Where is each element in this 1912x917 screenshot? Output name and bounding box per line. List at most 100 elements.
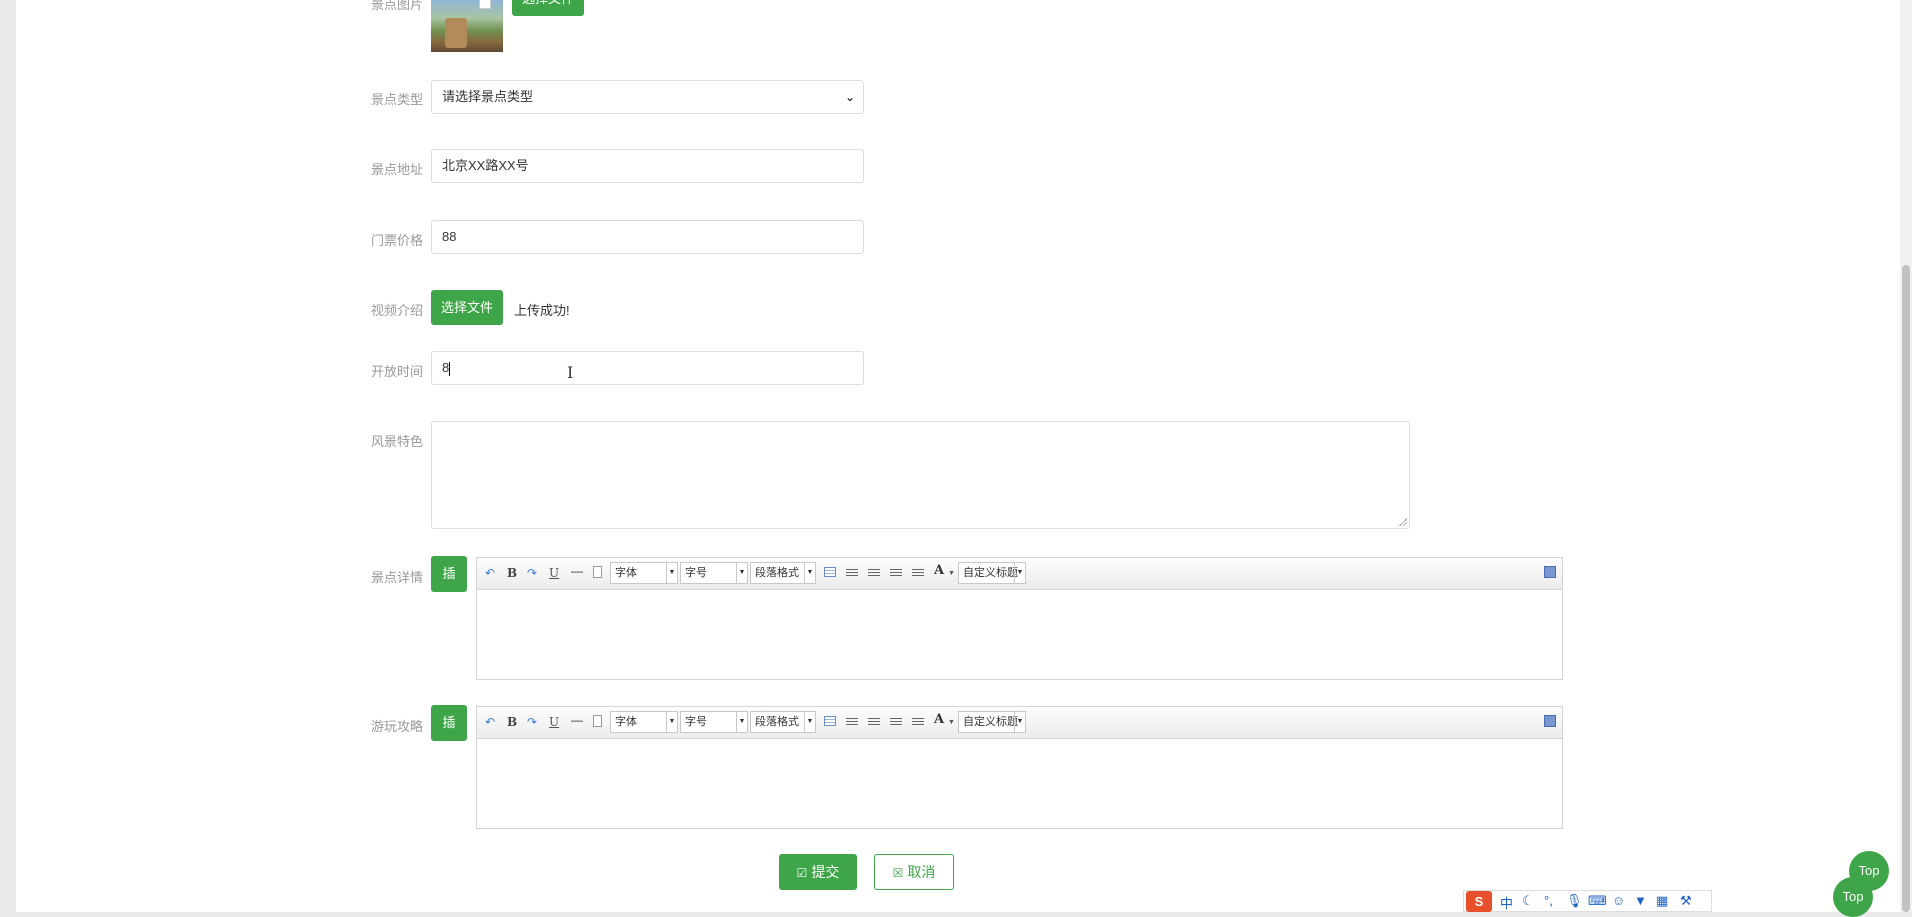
close-icon[interactable]	[479, 0, 491, 9]
paragraph-select[interactable]: 段落格式 ▼	[750, 711, 816, 733]
chevron-down-icon: ▼	[804, 712, 815, 732]
scrollbar-thumb[interactable]	[1902, 265, 1910, 912]
details-editor[interactable]: ↶ B ↷ U — 字体 ▼ 字号 ▼ 段落格式 ▼ A ▼ 自定义标题 ▼	[476, 557, 1563, 680]
vertical-scrollbar[interactable]	[1900, 0, 1912, 912]
check-square-icon: ☑	[796, 866, 808, 880]
font-color-icon[interactable]: A	[934, 713, 944, 727]
open-time-value: 8	[442, 360, 450, 375]
price-value: 88	[442, 229, 457, 244]
custom-title-select[interactable]: 自定义标题 ▼	[958, 562, 1026, 584]
paragraph-label: 段落格式	[755, 567, 799, 579]
font-family-select[interactable]: 字体 ▼	[610, 562, 678, 584]
grid-apps-icon[interactable]: ▦	[1656, 893, 1668, 909]
chevron-down-icon: ▼	[736, 563, 747, 583]
font-size-label: 字号	[685, 567, 707, 579]
fullscreen-icon[interactable]	[1544, 566, 1556, 578]
chevron-down-icon: ▼	[804, 563, 815, 583]
keyboard-icon[interactable]: ⌨	[1588, 893, 1607, 909]
font-size-select[interactable]: 字号 ▼	[680, 562, 748, 584]
submit-button[interactable]: ☑ 提交	[779, 854, 857, 890]
close-square-icon: ☒	[892, 866, 904, 880]
paragraph-label: 段落格式	[755, 716, 799, 728]
user-icon[interactable]: ☺	[1612, 893, 1625, 908]
microphone-icon[interactable]: 🎙	[1566, 893, 1583, 909]
details-editor-toolbar: ↶ B ↷ U — 字体 ▼ 字号 ▼ 段落格式 ▼ A ▼ 自定义标题 ▼	[477, 558, 1562, 590]
align-justify-icon[interactable]	[912, 567, 924, 576]
horizontal-rule-button[interactable]: —	[571, 564, 583, 578]
guide-insert-button[interactable]: 插	[431, 705, 467, 741]
guide-editor-toolbar: ↶ B ↷ U — 字体 ▼ 字号 ▼ 段落格式 ▼ A ▼ 自定义标题 ▼	[477, 707, 1562, 739]
chevron-down-icon: ▼	[1014, 563, 1025, 583]
chevron-down-icon[interactable]: ▼	[948, 567, 955, 581]
page-break-icon[interactable]	[593, 566, 602, 578]
chevron-down-icon: ▼	[666, 712, 677, 732]
image-label: 景点图片	[371, 0, 424, 12]
fullscreen-icon[interactable]	[1544, 715, 1556, 727]
upload-status: 上传成功!	[514, 303, 570, 318]
sogou-logo-icon[interactable]: S	[1466, 891, 1492, 912]
cancel-label: 取消	[907, 864, 936, 880]
image-choose-file-button[interactable]: 选择文件	[512, 0, 584, 16]
bold-button[interactable]: B	[507, 566, 517, 580]
address-value: 北京XX路XX号	[442, 158, 529, 173]
details-insert-button[interactable]: 插	[431, 556, 467, 592]
horizontal-rule-button[interactable]: —	[571, 713, 583, 727]
skin-shirt-icon[interactable]: ▼	[1634, 893, 1647, 908]
punctuation-icon[interactable]: °,	[1544, 893, 1553, 908]
features-textarea[interactable]	[431, 421, 1410, 529]
custom-title-label: 自定义标题	[963, 567, 1018, 579]
custom-title-select[interactable]: 自定义标题 ▼	[958, 711, 1026, 733]
address-label: 景点地址	[371, 162, 424, 177]
scenic-thumbnail	[431, 0, 503, 52]
address-input[interactable]: 北京XX路XX号	[431, 149, 864, 183]
type-select-value: 请选择景点类型	[442, 89, 534, 104]
chevron-down-icon[interactable]: ▼	[948, 716, 955, 730]
chevron-down-icon: ▼	[1014, 712, 1025, 732]
resize-handle-icon[interactable]	[1399, 518, 1407, 526]
font-family-select[interactable]: 字体 ▼	[610, 711, 678, 733]
redo-icon[interactable]: ↷	[527, 715, 537, 729]
underline-button[interactable]: U	[549, 566, 559, 580]
chevron-down-icon: ⌄	[844, 90, 855, 104]
open-time-input[interactable]: 8	[431, 351, 864, 385]
custom-title-label: 自定义标题	[963, 716, 1018, 728]
paragraph-select[interactable]: 段落格式 ▼	[750, 562, 816, 584]
align-justify-icon[interactable]	[912, 716, 924, 725]
text-caret	[449, 361, 451, 376]
back-to-top-button-secondary[interactable]: Top	[1833, 877, 1873, 917]
font-size-select[interactable]: 字号 ▼	[680, 711, 748, 733]
ime-mode-toggle[interactable]: 中	[1500, 893, 1513, 912]
ime-toolbar: S 中 ☾ °, 🎙 ⌨ ☺ ▼ ▦ ⚒	[1463, 890, 1712, 912]
price-input[interactable]: 88	[431, 220, 864, 254]
align-left-icon[interactable]	[846, 567, 858, 576]
type-select[interactable]: 请选择景点类型 ⌄	[431, 80, 864, 114]
font-color-icon[interactable]: A	[934, 564, 944, 578]
undo-icon[interactable]: ↶	[485, 566, 495, 580]
moon-icon[interactable]: ☾	[1522, 893, 1534, 909]
video-label: 视频介绍	[371, 303, 424, 318]
chevron-down-icon: ▼	[666, 563, 677, 583]
video-choose-file-button[interactable]: 选择文件	[431, 290, 503, 325]
align-right-icon[interactable]	[868, 567, 880, 576]
align-left-icon[interactable]	[846, 716, 858, 725]
chevron-down-icon: ▼	[736, 712, 747, 732]
guide-editor[interactable]: ↶ B ↷ U — 字体 ▼ 字号 ▼ 段落格式 ▼ A ▼ 自定义标题 ▼	[476, 706, 1563, 829]
redo-icon[interactable]: ↷	[527, 566, 537, 580]
align-center-icon[interactable]	[890, 567, 902, 576]
tools-icon[interactable]: ⚒	[1680, 893, 1692, 909]
font-size-label: 字号	[685, 716, 707, 728]
align-center-icon[interactable]	[890, 716, 902, 725]
submit-label: 提交	[811, 864, 840, 880]
cancel-button[interactable]: ☒ 取消	[874, 854, 954, 890]
align-right-icon[interactable]	[868, 716, 880, 725]
bold-button[interactable]: B	[507, 715, 517, 729]
undo-icon[interactable]: ↶	[485, 715, 495, 729]
price-label: 门票价格	[371, 233, 424, 248]
font-family-label: 字体	[615, 567, 637, 579]
table-icon[interactable]	[824, 567, 836, 577]
open-time-label: 开放时间	[371, 364, 424, 379]
page-break-icon[interactable]	[593, 715, 602, 727]
guide-label: 游玩攻略	[371, 719, 424, 734]
table-icon[interactable]	[824, 716, 836, 726]
underline-button[interactable]: U	[549, 715, 559, 729]
